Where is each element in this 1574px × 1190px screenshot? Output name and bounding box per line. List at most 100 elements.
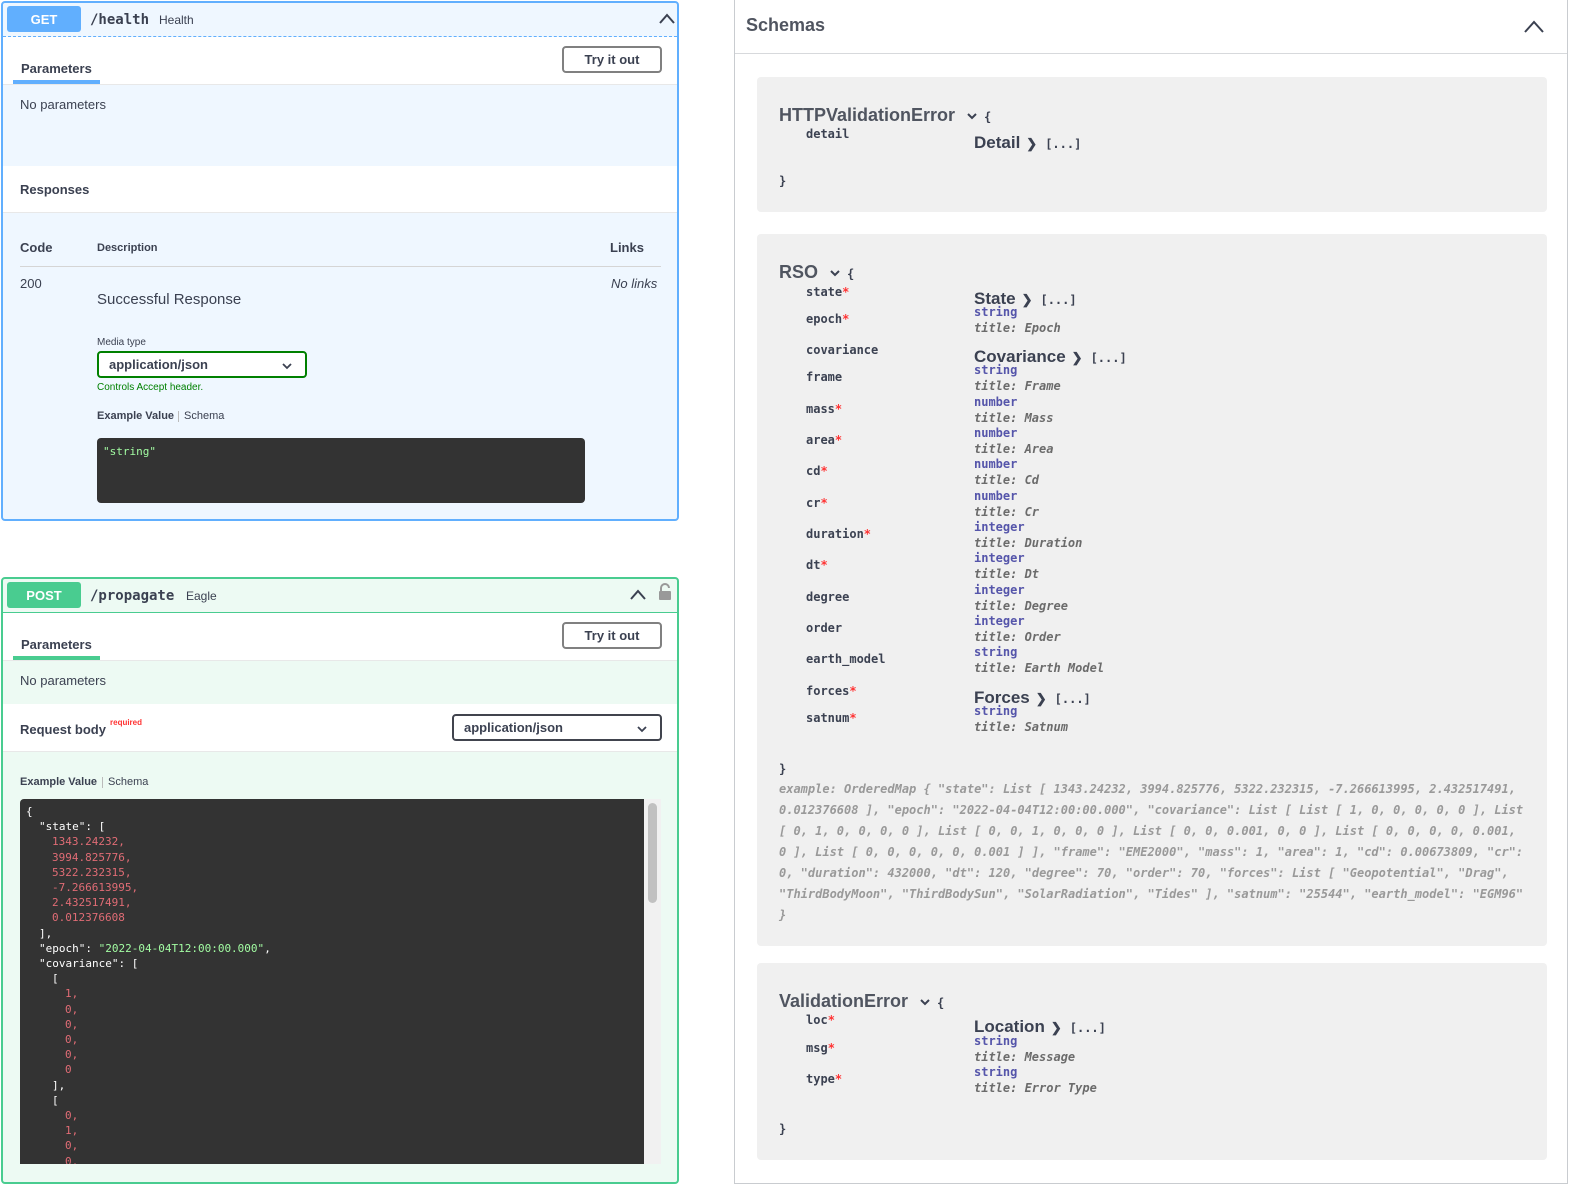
try-it-out-button[interactable]: Try it out — [562, 46, 662, 73]
code-token: -7.266613995, — [52, 881, 139, 895]
code-line: 0, — [26, 1002, 644, 1017]
code-line: 5322.232315, — [26, 865, 644, 880]
get-health-summary[interactable]: GET /health Health — [3, 3, 677, 37]
code-line: ], — [26, 1078, 644, 1093]
controls-accept-text: Controls Accept header. — [97, 382, 204, 393]
prop-name-text: duration — [806, 527, 864, 541]
prop-name-text: type — [806, 1072, 835, 1086]
model-name[interactable]: ValidationError — [779, 991, 931, 1012]
prop-covariance: covariance — [806, 343, 878, 357]
chevron-right-icon: ❯ — [1050, 1020, 1062, 1035]
chevron-right-icon: ❯ — [1026, 136, 1038, 151]
collapse-chevron-icon[interactable] — [1523, 19, 1545, 35]
model-name[interactable]: HTTPValidationError — [779, 105, 978, 126]
tab-parameters[interactable]: Parameters — [13, 56, 100, 84]
code-string: "2022-04-04T12:00:00.000" — [98, 941, 265, 955]
collapse-chevron-icon[interactable] — [629, 588, 647, 602]
media-type-select[interactable]: application/json — [97, 351, 307, 378]
prop-name-text: epoch — [806, 312, 843, 326]
prop-type: string — [974, 704, 1018, 718]
required-marker: * — [820, 496, 828, 510]
prop-name-text: loc — [806, 1013, 828, 1027]
chevron-right-icon: ❯ — [1071, 350, 1083, 365]
tab-separator — [102, 777, 103, 788]
code-line: 0.012376608 — [26, 910, 644, 925]
column-code: Code — [20, 240, 53, 255]
required-marker: * — [849, 711, 857, 725]
required-label: required — [110, 718, 143, 727]
required-marker: * — [820, 464, 828, 478]
prop-name-text: area — [806, 433, 835, 447]
tab-example-value[interactable]: Example Value — [97, 410, 174, 422]
parameters-header: Parameters Try it out — [3, 613, 677, 661]
try-it-out-button[interactable]: Try it out — [562, 622, 662, 649]
open-brace: { — [984, 110, 992, 124]
responses-header: Responses — [3, 166, 677, 213]
request-body-header: Request body required application/json — [3, 704, 677, 752]
prop-type: number — [974, 395, 1018, 409]
model-rso: RSO { state* State ❯ [...] epoch* string title… — [757, 234, 1547, 946]
code-token: [ — [52, 972, 59, 986]
prop-title: title: Mass — [974, 411, 1054, 425]
required-marker: * — [834, 1072, 843, 1086]
code-scrollbar-track[interactable] — [644, 799, 661, 1164]
prop-type: integer — [974, 614, 1025, 628]
chevron-right-icon: ❯ — [1021, 292, 1033, 307]
responses-heading: Responses — [20, 182, 90, 197]
response-code: 200 — [20, 276, 42, 291]
example-value-code: "string" — [97, 438, 585, 503]
code-scrollbar-thumb[interactable] — [648, 803, 657, 903]
prop-name-text: cd — [806, 464, 821, 478]
model-http-validation-error: HTTPValidationError { detail Detail ❯ [...… — [757, 77, 1547, 212]
media-type-label: Media type — [97, 337, 146, 348]
code-token: 1, — [65, 987, 79, 1001]
code-line: 0, — [26, 1138, 644, 1153]
operation-description: Eagle — [186, 589, 217, 603]
code-token: ], — [39, 926, 53, 940]
schemas-header[interactable]: Schemas — [735, 0, 1567, 54]
request-example-code: {"state": [1343.24232, 3994.825776, 5322.2… — [20, 799, 644, 1164]
prop-frame: frame — [806, 370, 842, 384]
prop-title: title: Message — [974, 1050, 1076, 1064]
prop-order: order — [806, 621, 842, 635]
get-health-operation: GET /health Health Parameters Try it out… — [1, 1, 679, 521]
tab-parameters[interactable]: Parameters — [13, 632, 100, 660]
close-brace: } — [779, 762, 787, 776]
code-token: 1, — [65, 1124, 79, 1138]
tab-example-value[interactable]: Example Value — [20, 776, 97, 788]
prop-msg: msg* — [806, 1041, 835, 1055]
code-token: 5322.232315, — [52, 865, 132, 879]
code-line: "covariance": [ — [26, 956, 644, 971]
column-description: Description — [97, 242, 158, 254]
ref-dots: [...] — [1040, 293, 1077, 307]
lock-icon[interactable] — [658, 583, 672, 601]
prop-type: string — [974, 645, 1018, 659]
prop-name-text: covariance — [806, 343, 879, 357]
code-line: -7.266613995, — [26, 880, 644, 895]
content-type-select[interactable]: application/json — [452, 714, 662, 741]
code-token: { — [26, 805, 33, 818]
open-brace: { — [847, 267, 855, 281]
required-marker: * — [842, 312, 850, 326]
prop-name-text: order — [806, 621, 843, 635]
ref-detail[interactable]: Detail ❯ [...] — [974, 133, 1081, 153]
required-marker: * — [863, 527, 872, 541]
model-name[interactable]: RSO — [779, 262, 841, 283]
collapse-chevron-icon[interactable] — [658, 12, 676, 26]
tab-schema[interactable]: Schema — [184, 410, 224, 422]
chevron-down-icon — [637, 726, 647, 733]
prop-epoch: epoch* — [806, 312, 849, 326]
post-propagate-summary[interactable]: POST /propagate Eagle — [3, 579, 677, 613]
prop-degree: degree — [806, 590, 849, 604]
code-token: 2.432517491, — [52, 896, 132, 910]
required-marker: * — [842, 285, 850, 299]
code-token: 1343.24232, — [52, 835, 125, 849]
code-line: "epoch": "2022-04-04T12:00:00.000", — [26, 941, 644, 956]
prop-title: title: Dt — [974, 567, 1040, 581]
code-line: 1343.24232, — [26, 834, 644, 849]
prop-title: title: Order — [974, 630, 1061, 644]
code-token: [ — [52, 1093, 59, 1107]
example-string: "string" — [103, 445, 156, 458]
prop-title: title: Cd — [974, 473, 1040, 487]
tab-schema[interactable]: Schema — [108, 776, 148, 788]
